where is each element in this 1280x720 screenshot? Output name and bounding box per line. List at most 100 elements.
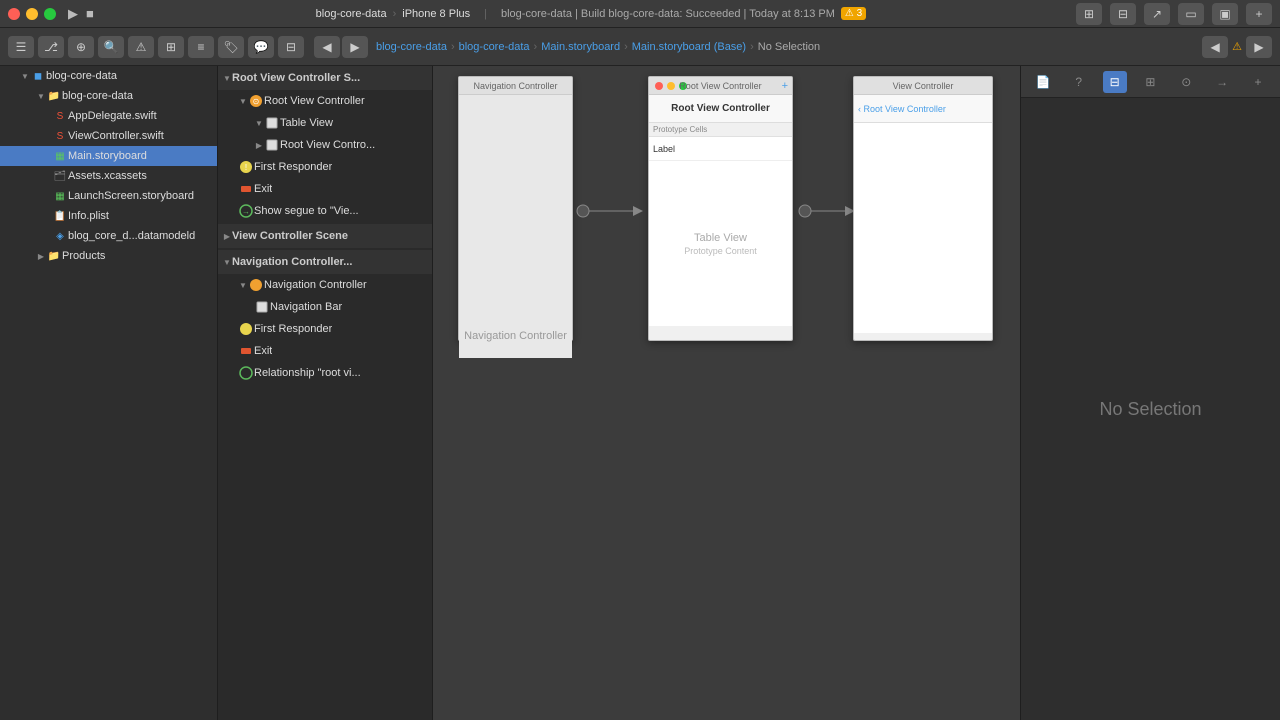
scene-relationship[interactable]: Relationship "root vi...	[218, 362, 432, 384]
filter-btn[interactable]: ⊕	[68, 36, 94, 58]
share-button[interactable]: ↗	[1144, 3, 1170, 25]
table-view-sub: Prototype Content	[684, 246, 757, 256]
minimize-button[interactable]	[26, 8, 38, 20]
tag-btn[interactable]: 🏷	[218, 36, 244, 58]
scene-nav-bar[interactable]: Navigation Bar	[218, 296, 432, 318]
sidebar-item-appdelegate[interactable]: S AppDelegate.swift	[0, 106, 217, 126]
breadcrumb-warning[interactable]: ⚠	[1232, 40, 1242, 53]
play-button[interactable]: ▶	[68, 6, 78, 22]
sidebar-item-mainstoryboard[interactable]: ▦ Main.storyboard	[0, 146, 217, 166]
source-control[interactable]: ⎇	[38, 36, 64, 58]
titlebar: ▶ ■ blog-core-data › iPhone 8 Plus | blo…	[0, 0, 1280, 28]
project-icon: ◼	[30, 68, 46, 84]
scene-table-view[interactable]: Table View	[218, 112, 432, 134]
panel-toggle[interactable]: ▣	[1212, 3, 1238, 25]
prototype-cells-label: Prototype Cells	[653, 125, 707, 134]
sidebar-item-datamodel[interactable]: ◈ blog_core_d...datamodeld	[0, 226, 217, 246]
sidebar-item-launchscreen[interactable]: ▦ LaunchScreen.storyboard	[0, 186, 217, 206]
sidebar-item-project-root[interactable]: ◼ blog-core-data	[0, 66, 217, 86]
add-button[interactable]: +	[1246, 3, 1272, 25]
root-vc-label: Root View Controller	[264, 95, 365, 107]
warning-btn[interactable]: ⚠	[128, 36, 154, 58]
scene-root-vc[interactable]: ⊙ Root View Controller	[218, 90, 432, 112]
sidebar-toggle-right[interactable]: ▭	[1178, 3, 1204, 25]
table-view-triangle	[254, 118, 264, 128]
grid-btn[interactable]: ⊞	[158, 36, 184, 58]
sidebar-item-assets[interactable]: 🗂 Assets.xcassets	[0, 166, 217, 186]
nav-controller-screen[interactable]: Navigation Controller Navigation Control…	[458, 76, 573, 341]
maximize-button[interactable]	[44, 8, 56, 20]
svg-text:!: !	[245, 163, 247, 172]
sidebar-item-infoplist[interactable]: 📋 Info.plist	[0, 206, 217, 226]
scene-nav-header[interactable]: Navigation Controller...	[218, 250, 432, 274]
breadcrumb-storyboard[interactable]: Main.storyboard	[541, 41, 620, 53]
scene-first-responder-2[interactable]: First Responder	[218, 318, 432, 340]
titlebar-center: blog-core-data › iPhone 8 Plus | blog-co…	[106, 7, 1076, 20]
datamodel-label: blog_core_d...datamodeld	[68, 230, 195, 242]
inspector-panel: 📄 ? ⊟ ⊞ ⊙ → + No Selection	[1020, 66, 1280, 720]
forward-btn[interactable]: ▶	[342, 36, 368, 58]
scene-vc-header[interactable]: View Controller Scene	[218, 224, 432, 248]
scene-navigator: Root View Controller S... ⊙ Root View Co…	[218, 66, 433, 720]
scene-nav-controller[interactable]: Navigation Controller	[218, 274, 432, 296]
project-name[interactable]: blog-core-data	[316, 8, 387, 20]
breadcrumb-prev[interactable]: ◀	[1202, 36, 1228, 58]
nav-controller-label: Navigation Controller	[264, 279, 367, 291]
back-btn[interactable]: ◀	[314, 36, 340, 58]
close-button[interactable]	[8, 8, 20, 20]
sidebar-toggle[interactable]: ☰	[8, 36, 34, 58]
breadcrumb-next[interactable]: ▶	[1246, 36, 1272, 58]
comment-btn[interactable]: 💬	[248, 36, 274, 58]
nav-scene-label: Navigation Controller...	[232, 256, 352, 268]
dot-green	[679, 82, 687, 90]
scene-root-vc-2[interactable]: Root View Contro...	[218, 134, 432, 156]
sidebar-item-viewcontroller[interactable]: S ViewController.swift	[0, 126, 217, 146]
view-controller-screen[interactable]: View Controller ‹ Root View Controller	[853, 76, 993, 341]
stop-button[interactable]: ■	[86, 6, 94, 21]
vc-titlebar: View Controller	[854, 77, 992, 95]
root-vc-screen[interactable]: Root View Controller + Root View Control…	[648, 76, 793, 341]
search-btn[interactable]: 🔍	[98, 36, 124, 58]
sidebar-item-products[interactable]: 📁 Products	[0, 246, 217, 266]
inspector-toggle[interactable]: ⊞	[1076, 3, 1102, 25]
scene-segue[interactable]: → Show segue to "Vie...	[218, 200, 432, 222]
library-tab[interactable]: +	[1246, 71, 1270, 93]
project-root-label: blog-core-data	[46, 70, 117, 82]
svg-text:⊙: ⊙	[253, 97, 260, 106]
launchscreen-label: LaunchScreen.storyboard	[68, 190, 194, 202]
canvas-area[interactable]: Navigation Controller Navigation Control…	[433, 66, 1020, 720]
nav-bar-label: Navigation Bar	[270, 301, 342, 313]
breadcrumb-base[interactable]: Main.storyboard (Base)	[632, 41, 746, 53]
warning-badge[interactable]: ⚠ 3	[841, 7, 866, 20]
scene-first-responder-1[interactable]: ! First Responder	[218, 156, 432, 178]
connections-inspector-tab[interactable]: →	[1210, 71, 1234, 93]
root-vc-2-triangle	[254, 140, 264, 150]
sidebar-item-group[interactable]: 📁 blog-core-data	[0, 86, 217, 106]
attribute-inspector-tab[interactable]: ⊟	[1103, 71, 1127, 93]
segue-arrow-1	[573, 196, 653, 226]
root-vc-icon: ⊙	[248, 93, 264, 109]
size-inspector-tab[interactable]: ⊞	[1138, 71, 1162, 93]
build-status: blog-core-data | Build blog-core-data: S…	[501, 8, 835, 20]
scene-root-vc-header[interactable]: Root View Controller S...	[218, 66, 432, 90]
breadcrumb-project[interactable]: blog-core-data	[376, 41, 447, 53]
table-view-label: Table View	[280, 117, 333, 129]
list-btn[interactable]: ≡	[188, 36, 214, 58]
scene-exit-1[interactable]: Exit	[218, 178, 432, 200]
root-vc-nav-title: Root View Controller	[671, 103, 770, 114]
breadcrumb-sep4: ›	[750, 41, 754, 53]
products-triangle	[36, 251, 46, 261]
titlebar-controls: ⊞ ⊟ ↗ ▭ ▣ +	[1076, 3, 1272, 25]
table-view-name: Table View	[694, 232, 747, 244]
products-label: Products	[62, 250, 105, 262]
breadcrumb-group[interactable]: blog-core-data	[459, 41, 530, 53]
layout-button[interactable]: ⊟	[1110, 3, 1136, 25]
device-name[interactable]: iPhone 8 Plus	[402, 8, 470, 20]
help-inspector-tab[interactable]: ?	[1067, 71, 1091, 93]
scene-exit-2[interactable]: Exit	[218, 340, 432, 362]
file-inspector-tab[interactable]: 📄	[1031, 71, 1055, 93]
diff-btn[interactable]: ⊟	[278, 36, 304, 58]
root-vc-scene-triangle	[222, 73, 232, 83]
identity-inspector-tab[interactable]: ⊙	[1174, 71, 1198, 93]
main-content: ◼ blog-core-data 📁 blog-core-data S AppD…	[0, 66, 1280, 720]
